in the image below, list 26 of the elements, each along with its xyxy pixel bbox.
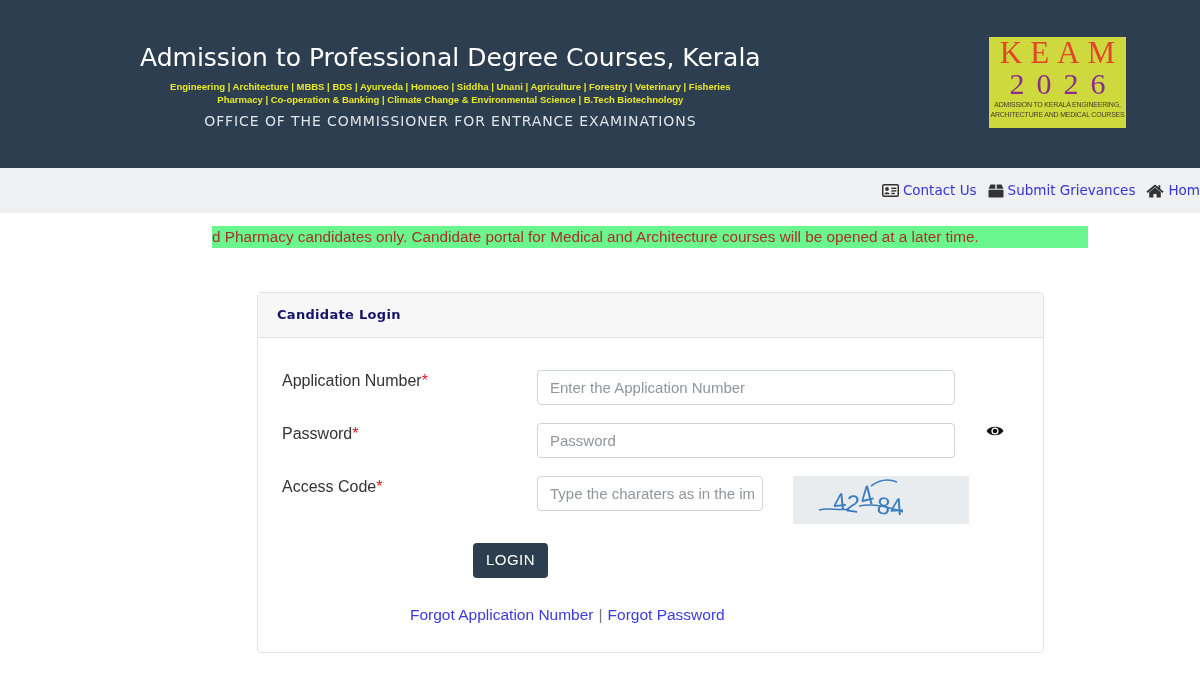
eye-icon[interactable] [986,425,1004,437]
grievance-link[interactable]: Submit Grievances [987,180,1136,201]
logo-year: 2026 [1008,70,1118,98]
home-link[interactable]: Hom [1146,180,1200,201]
field-label: Password* [282,424,360,444]
card-title: Candidate Login [277,306,401,325]
id-card-icon [881,184,899,197]
captcha-image: 42484 [793,476,969,524]
box-icon [987,183,1004,198]
access-code-field[interactable]: Type the charaters as in the im [537,476,763,511]
contact-link[interactable]: Contact Us [881,180,977,201]
link-separator: | [598,605,603,625]
site-title: Admission to Professional Degree Courses, Kerala [140,42,761,74]
input-field[interactable]: Enter the Application Number [537,370,955,405]
forgot-link[interactable]: Forgot Password [607,605,725,625]
home-icon [1146,183,1165,198]
course-list: Pharmacy | Co-operation & Banking | Climate Change & Environmental Science | B.Tech Biotechnology [217,93,684,106]
password-field[interactable]: Password [537,423,955,458]
field-label: Application Number* [282,371,429,391]
notice-ticker: d Pharmacy candidates only. Candidate portal for Medical and Architecture courses will be opened at a later time. [212,226,1088,248]
field-label: Access Code* [282,477,384,497]
forgot-link[interactable]: Forgot Application Number [410,605,594,625]
office-subtitle: OFFICE OF THE COMMISSIONER FOR ENTRANCE EXAMINATIONS [204,112,697,130]
logo-title: KEAM [998,39,1124,67]
login-button[interactable]: LOGIN [473,543,548,578]
course-list: Engineering | Architecture | MBBS | BDS | Ayurveda | Homoeo | Siddha | Unani | Agriculture | Forestry | Veterinary | Fisheries [170,80,731,93]
